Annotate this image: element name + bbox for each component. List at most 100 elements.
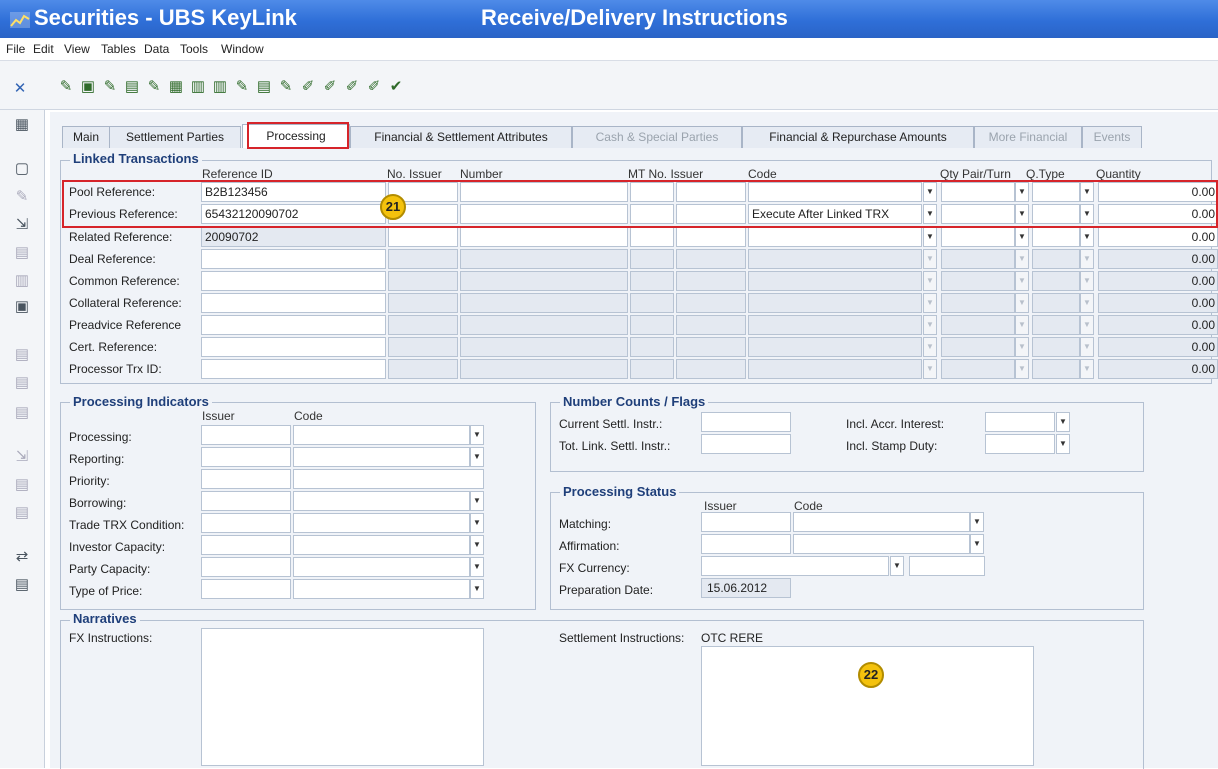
related-no-issuer-field[interactable] (388, 227, 458, 247)
tool-folder2-icon[interactable]: ▤ (256, 79, 272, 95)
pi-investor-issuer-field[interactable] (201, 535, 291, 555)
tool-link2-icon[interactable]: ✐ (322, 79, 338, 95)
menu-data[interactable]: Data (144, 42, 169, 56)
tab-financial-repurchase-amounts[interactable]: Financial & Repurchase Amounts (742, 126, 974, 148)
related-reference-field[interactable]: 20090702 (201, 227, 386, 247)
related-code-select[interactable] (748, 227, 922, 247)
related-qty-pair-dropdown[interactable]: ▼ (1015, 227, 1029, 247)
related-qty-pair-select[interactable] (941, 227, 1015, 247)
pi-processing-issuer-field[interactable] (201, 425, 291, 445)
pi-trade-trx-dropdown[interactable]: ▼ (470, 513, 484, 533)
fx-currency-extra-field[interactable] (909, 556, 985, 576)
matching-dropdown[interactable]: ▼ (970, 512, 984, 532)
pi-priority-code-field[interactable] (293, 469, 484, 489)
processor-trx-id-field[interactable] (201, 359, 386, 379)
pi-price-code-select[interactable] (293, 579, 470, 599)
common-reference-field[interactable] (201, 271, 386, 291)
close-view-icon[interactable]: ✕ (12, 81, 28, 97)
incl-accr-interest-dropdown[interactable]: ▼ (1056, 412, 1070, 432)
related-number-field[interactable] (460, 227, 628, 247)
pi-borrowing-code-select[interactable] (293, 491, 470, 511)
cert-reference-field[interactable] (201, 337, 386, 357)
fx-instructions-textarea[interactable] (201, 628, 484, 766)
tool-check-icon[interactable]: ✔ (388, 79, 404, 95)
related-mt-field[interactable] (630, 227, 674, 247)
matching-code-select[interactable] (793, 512, 970, 532)
tool-edit-icon[interactable]: ✎ (102, 79, 118, 95)
incl-stamp-duty-select[interactable] (985, 434, 1055, 454)
menu-view[interactable]: View (64, 42, 90, 56)
pi-reporting-dropdown[interactable]: ▼ (470, 447, 484, 467)
pi-party-issuer-field[interactable] (201, 557, 291, 577)
matching-issuer-field[interactable] (701, 512, 791, 532)
new-document-icon[interactable]: ▢ (13, 160, 31, 178)
related-qtype-dropdown[interactable]: ▼ (1080, 227, 1094, 247)
affirmation-dropdown[interactable]: ▼ (970, 534, 984, 554)
tool-table-icon[interactable]: ▦ (168, 79, 184, 95)
export-icon[interactable]: ⇲ (13, 448, 31, 466)
tool-link4-icon[interactable]: ✐ (366, 79, 382, 95)
incl-stamp-duty-dropdown[interactable]: ▼ (1056, 434, 1070, 454)
tot-link-settl-instr-field[interactable] (701, 434, 791, 454)
pi-trade-trx-code-select[interactable] (293, 513, 470, 533)
edit-document-icon[interactable]: ✎ (13, 188, 31, 206)
collateral-reference-field[interactable] (201, 293, 386, 313)
tool-delete-icon[interactable]: ▥ (190, 79, 206, 95)
tool-split-icon[interactable]: ▣ (80, 79, 96, 95)
tool-export-icon[interactable]: ✎ (278, 79, 294, 95)
related-issuer-field[interactable] (676, 227, 746, 247)
document-icon[interactable]: ▤ (13, 346, 31, 364)
calculator-icon[interactable]: ▦ (13, 116, 31, 134)
trash-icon[interactable]: ▥ (13, 272, 31, 290)
save-icon[interactable]: ▣ (13, 298, 31, 316)
import-icon[interactable]: ⇲ (13, 216, 31, 234)
copy2-icon[interactable]: ▤ (13, 374, 31, 392)
tab-financial-settlement-attributes[interactable]: Financial & Settlement Attributes (350, 126, 572, 148)
deal-reference-field[interactable] (201, 249, 386, 269)
preadvice-reference-field[interactable] (201, 315, 386, 335)
pi-processing-dropdown[interactable]: ▼ (470, 425, 484, 445)
menu-edit[interactable]: Edit (33, 42, 54, 56)
incl-accr-interest-select[interactable] (985, 412, 1055, 432)
pi-borrowing-issuer-field[interactable] (201, 491, 291, 511)
pi-reporting-code-select[interactable] (293, 447, 470, 467)
tool-edit2-icon[interactable]: ✎ (146, 79, 162, 95)
tool-delete2-icon[interactable]: ▥ (212, 79, 228, 95)
related-code-dropdown[interactable]: ▼ (923, 227, 937, 247)
fx-currency-select[interactable] (701, 556, 889, 576)
pi-party-dropdown[interactable]: ▼ (470, 557, 484, 577)
pi-processing-code-select[interactable] (293, 425, 470, 445)
sync-icon[interactable]: ⇄ (13, 548, 31, 566)
menu-tables[interactable]: Tables (101, 42, 136, 56)
pi-borrowing-dropdown[interactable]: ▼ (470, 491, 484, 511)
affirmation-code-select[interactable] (793, 534, 970, 554)
tab-events[interactable]: Events (1082, 126, 1142, 148)
pi-party-code-select[interactable] (293, 557, 470, 577)
pi-investor-dropdown[interactable]: ▼ (470, 535, 484, 555)
pi-trade-trx-issuer-field[interactable] (201, 513, 291, 533)
tool-new-icon[interactable]: ✎ (58, 79, 74, 95)
affirmation-issuer-field[interactable] (701, 534, 791, 554)
related-quantity-field[interactable]: 0.00 (1098, 227, 1218, 247)
print-preview-icon[interactable]: ▤ (13, 404, 31, 422)
related-qtype-select[interactable] (1032, 227, 1080, 247)
copy-icon[interactable]: ▤ (13, 244, 31, 262)
tab-main[interactable]: Main (62, 126, 110, 148)
pi-investor-code-select[interactable] (293, 535, 470, 555)
tool-link-icon[interactable]: ✐ (300, 79, 316, 95)
fx-currency-dropdown[interactable]: ▼ (890, 556, 904, 576)
tool-folder-icon[interactable]: ▤ (124, 79, 140, 95)
copy3-icon[interactable]: ▤ (13, 476, 31, 494)
tool-link3-icon[interactable]: ✐ (344, 79, 360, 95)
print2-icon[interactable]: ▤ (13, 504, 31, 522)
pi-reporting-issuer-field[interactable] (201, 447, 291, 467)
current-settl-instr-field[interactable] (701, 412, 791, 432)
menu-window[interactable]: Window (221, 42, 264, 56)
tab-settlement-parties[interactable]: Settlement Parties (109, 126, 241, 148)
tool-copy-icon[interactable]: ✎ (234, 79, 250, 95)
menu-tools[interactable]: Tools (180, 42, 208, 56)
printer-icon[interactable]: ▤ (13, 576, 31, 594)
tab-more-financial[interactable]: More Financial (974, 126, 1082, 148)
menu-file[interactable]: File (6, 42, 25, 56)
tab-cash-special-parties[interactable]: Cash & Special Parties (572, 126, 742, 148)
